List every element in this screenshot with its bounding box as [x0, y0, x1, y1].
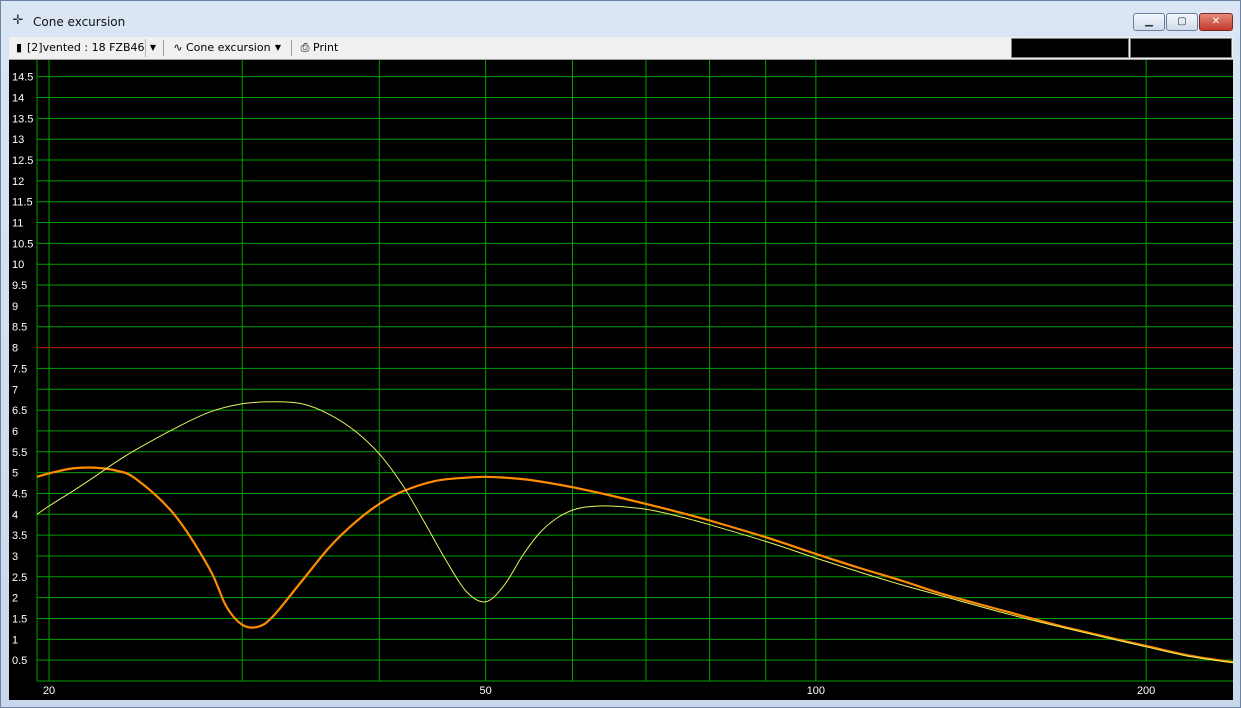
- cone-excursion-window: ✛ Cone excursion ▁ ▢ ✕ ▮ [2]vented : 18 F…: [0, 0, 1241, 708]
- y-tick-label: 1.5: [12, 613, 27, 625]
- readout-field-2: [1130, 38, 1232, 58]
- y-tick-label: 5.5: [12, 447, 27, 459]
- y-tick-label: 11: [12, 218, 23, 230]
- project-selector[interactable]: ▮ [2]vented : 18 FZB46: [13, 39, 145, 57]
- minimize-button[interactable]: ▁: [1133, 13, 1165, 31]
- y-tick-label: 14: [12, 93, 24, 105]
- chevron-down-icon: ▼: [274, 43, 282, 52]
- y-tick-label: 7: [12, 384, 18, 396]
- graph-label: Cone excursion: [186, 41, 271, 54]
- y-tick-label: 10: [12, 259, 24, 271]
- cone-excursion-chart[interactable]: 0.5 1 1.5 2 2.5 3 3.5 4 4.5 5 5.5 6 6.5 7 7.5 8 8.5 9 9.5 1…: [9, 60, 1233, 700]
- readout-field-1: [1011, 38, 1129, 58]
- y-tick-label: 4: [12, 509, 18, 521]
- y-tick-label: 9.5: [12, 280, 27, 292]
- y-tick-label: 12.5: [12, 155, 33, 167]
- project-dropdown-arrow[interactable]: ▼: [145, 39, 160, 57]
- y-tick-label: 1: [12, 634, 18, 646]
- minimize-icon: ▁: [1145, 16, 1153, 27]
- y-tick-label: 12: [12, 176, 24, 188]
- y-tick-label: 11.5: [12, 197, 33, 209]
- close-icon: ✕: [1211, 16, 1221, 27]
- x-tick-label: 20: [43, 685, 55, 697]
- title-bar[interactable]: ✛ Cone excursion ▁ ▢ ✕: [1, 1, 1240, 35]
- maximize-button[interactable]: ▢: [1166, 13, 1198, 31]
- y-tick-label: 7.5: [12, 363, 27, 375]
- y-tick-label: 3: [12, 551, 18, 563]
- x-tick-label: 100: [807, 685, 825, 697]
- speaker-icon: ▮: [15, 41, 23, 54]
- graph-dropdown-arrow[interactable]: ▼: [271, 39, 285, 57]
- y-tick-label: 2.5: [12, 572, 27, 584]
- toolbar-separator: [163, 40, 164, 56]
- x-tick-label: 50: [480, 685, 492, 697]
- x-tick-label: 200: [1137, 685, 1155, 697]
- y-tick-label: 2: [12, 593, 18, 605]
- print-label: Print: [313, 41, 339, 54]
- toolbar-separator: [291, 40, 292, 56]
- y-tick-label: 8.5: [12, 322, 27, 334]
- y-tick-label: 8: [12, 343, 18, 355]
- window-title: Cone excursion: [33, 15, 126, 29]
- y-tick-label: 13: [12, 134, 24, 146]
- y-tick-label: 5: [12, 468, 18, 480]
- y-tick-label: 4.5: [12, 488, 27, 500]
- waveform-icon: ∿: [173, 41, 183, 54]
- chart-svg: 0.511.522.533.544.555.566.577.588.599.51…: [12, 60, 1233, 697]
- chevron-down-icon: ▼: [149, 43, 157, 52]
- y-tick-label: 6: [12, 426, 18, 438]
- y-tick-label: 14.5: [12, 72, 33, 84]
- toolbar: ▮ [2]vented : 18 FZB46 ▼ ∿ Cone excursion …: [9, 37, 1233, 60]
- y-tick-label: 3.5: [12, 530, 27, 542]
- series-line-orange: [36, 466, 1233, 664]
- maximize-icon: ▢: [1177, 16, 1187, 27]
- project-label: [2]vented : 18 FZB46: [27, 41, 145, 54]
- y-tick-label: 9: [12, 301, 18, 313]
- graph-selector[interactable]: ∿ Cone excursion: [172, 39, 271, 57]
- y-tick-label: 10.5: [12, 238, 33, 250]
- close-button[interactable]: ✕: [1199, 13, 1233, 31]
- printer-icon: ⎙: [300, 41, 310, 54]
- print-button[interactable]: ⎙ Print: [299, 39, 339, 57]
- crosshair-icon: ✛: [12, 13, 24, 28]
- y-tick-label: 13.5: [12, 113, 33, 125]
- y-tick-label: 0.5: [12, 655, 27, 667]
- y-tick-label: 6.5: [12, 405, 27, 417]
